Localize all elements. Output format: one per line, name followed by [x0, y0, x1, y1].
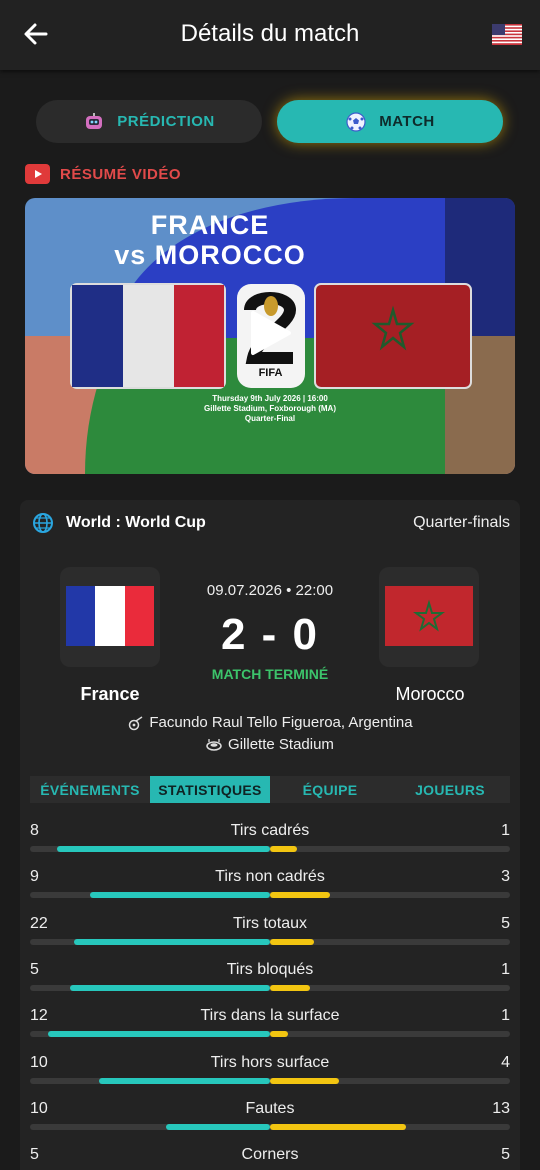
video-round-line: Quarter-Final [244, 414, 296, 423]
home-team-logo[interactable] [60, 567, 160, 667]
stat-bar [30, 938, 510, 945]
match-score: 2 - 0 [220, 610, 320, 659]
tab-players[interactable]: JOUEURS [390, 776, 510, 803]
competition-header: World : World Cup [32, 512, 206, 534]
stat-away-value: 5 [501, 1146, 510, 1164]
video-thumbnail[interactable]: FRANCE vs MOROCCO FIFA Thursday 9th July… [25, 198, 515, 474]
match-label: MATCH [379, 113, 435, 130]
stat-row: 10 Tirs hors surface 4 [30, 1054, 510, 1094]
stat-bar [30, 846, 510, 852]
stat-bar-home [90, 892, 270, 899]
match-status: MATCH TERMINÉ [211, 666, 329, 682]
stat-bar-away [270, 984, 310, 991]
stat-away-value: 4 [501, 1053, 510, 1071]
stat-label: Tirs totaux [232, 914, 308, 932]
stat-away-value: 5 [501, 914, 510, 932]
stat-bar [30, 984, 510, 991]
stat-label: Tirs cadrés [230, 822, 310, 839]
stat-bar-home [165, 1123, 270, 1130]
stat-away-value: 13 [492, 1099, 510, 1117]
stat-row: 5 Tirs bloqués 1 [30, 961, 510, 1001]
stat-label: Tirs dans la surface [200, 1007, 340, 1025]
france-flag-icon [66, 586, 154, 646]
away-team-logo[interactable] [379, 567, 479, 667]
stat-label: Corners [241, 1146, 299, 1164]
stat-away-value: 1 [501, 822, 510, 839]
top-bar: Détails du match [0, 0, 540, 70]
prediction-label: PRÉDICTION [117, 113, 215, 130]
tab-statistics[interactable]: STATISTIQUES [150, 776, 270, 803]
stat-row: 12 Tirs dans la surface 1 [30, 1007, 510, 1047]
stat-bar-home [56, 846, 270, 852]
video-title-line1: FRANCE [150, 210, 270, 240]
morocco-flag-icon [385, 586, 473, 646]
stat-bar-away [270, 938, 315, 945]
stat-away-value: 3 [501, 868, 510, 886]
video-title-line2: vs MOROCCO [114, 240, 306, 270]
stat-bar-home [48, 1031, 270, 1038]
play-icon[interactable] [245, 309, 293, 357]
competition-name: World : World Cup [66, 514, 206, 531]
globe-icon [33, 513, 53, 533]
us-flag-icon[interactable] [492, 24, 522, 45]
stat-bar [30, 1077, 510, 1084]
referee-row: Facundo Raul Tello Figueroa, Argentina [20, 714, 520, 731]
stat-row: 5 Corners 5 [30, 1146, 510, 1170]
stat-bar-away [270, 1031, 289, 1038]
stat-row: 10 Fautes 13 [30, 1100, 510, 1140]
prediction-tab-button[interactable]: PRÉDICTION [36, 100, 262, 143]
match-card: World : World Cup Quarter-finals 09.07.2… [20, 500, 520, 1170]
stat-bar [30, 892, 510, 899]
stat-label: Tirs hors surface [210, 1053, 330, 1071]
stat-label: Tirs bloqués [226, 960, 314, 978]
stat-bar-away [270, 892, 330, 899]
stat-away-value: 1 [501, 960, 510, 978]
stat-label: Fautes [245, 1099, 295, 1117]
stat-row: 8 Tirs cadrés 1 [30, 822, 510, 862]
stat-bar-home [70, 984, 270, 991]
stat-bar-away [270, 846, 297, 852]
france-flag-graphic [70, 283, 226, 389]
stadium-row: Gillette Stadium [20, 736, 520, 753]
stadium-icon [206, 738, 222, 751]
home-team-name: France [80, 684, 140, 704]
stage-label: Quarter-finals [413, 514, 510, 531]
page-title: Détails du match [180, 20, 360, 47]
tab-events[interactable]: ÉVÉNEMENTS [30, 776, 150, 803]
stat-bar-away [270, 1077, 339, 1084]
referee-name: Facundo Raul Tello Figueroa, Argentina [149, 714, 413, 731]
fifa-label: FIFA [258, 367, 283, 379]
youtube-icon [25, 164, 50, 184]
match-datetime: 09.07.2026 • 22:00 [206, 582, 334, 599]
video-summary-label: RÉSUMÉ VIDÉO [60, 165, 182, 183]
video-summary-header: RÉSUMÉ VIDÉO [25, 164, 181, 184]
morocco-flag-graphic [314, 283, 472, 389]
stat-away-value: 1 [501, 1007, 510, 1025]
stadium-name: Gillette Stadium [228, 736, 334, 753]
match-tab-button[interactable]: MATCH [277, 100, 503, 143]
video-venue-line: Gillette Stadium, Foxborough (MA) [204, 404, 336, 413]
detail-tabs: ÉVÉNEMENTS STATISTIQUES ÉQUIPE JOUEURS [30, 776, 510, 803]
stat-bar-away [270, 1123, 406, 1130]
whistle-icon [129, 715, 143, 730]
stat-bar [30, 1123, 510, 1130]
video-date-line: Thursday 9th July 2026 | 16:00 [212, 394, 328, 403]
away-team-name: Morocco [395, 684, 465, 704]
stat-row: 9 Tirs non cadrés 3 [30, 868, 510, 908]
stat-bar [30, 1031, 510, 1038]
stat-row: 22 Tirs totaux 5 [30, 915, 510, 955]
soccer-ball-icon [346, 111, 366, 132]
stat-bar-home [98, 1077, 270, 1084]
tab-team[interactable]: ÉQUIPE [270, 776, 390, 803]
stat-bar-home [74, 938, 270, 945]
stat-label: Tirs non cadrés [215, 868, 325, 886]
robot-icon [86, 112, 103, 129]
